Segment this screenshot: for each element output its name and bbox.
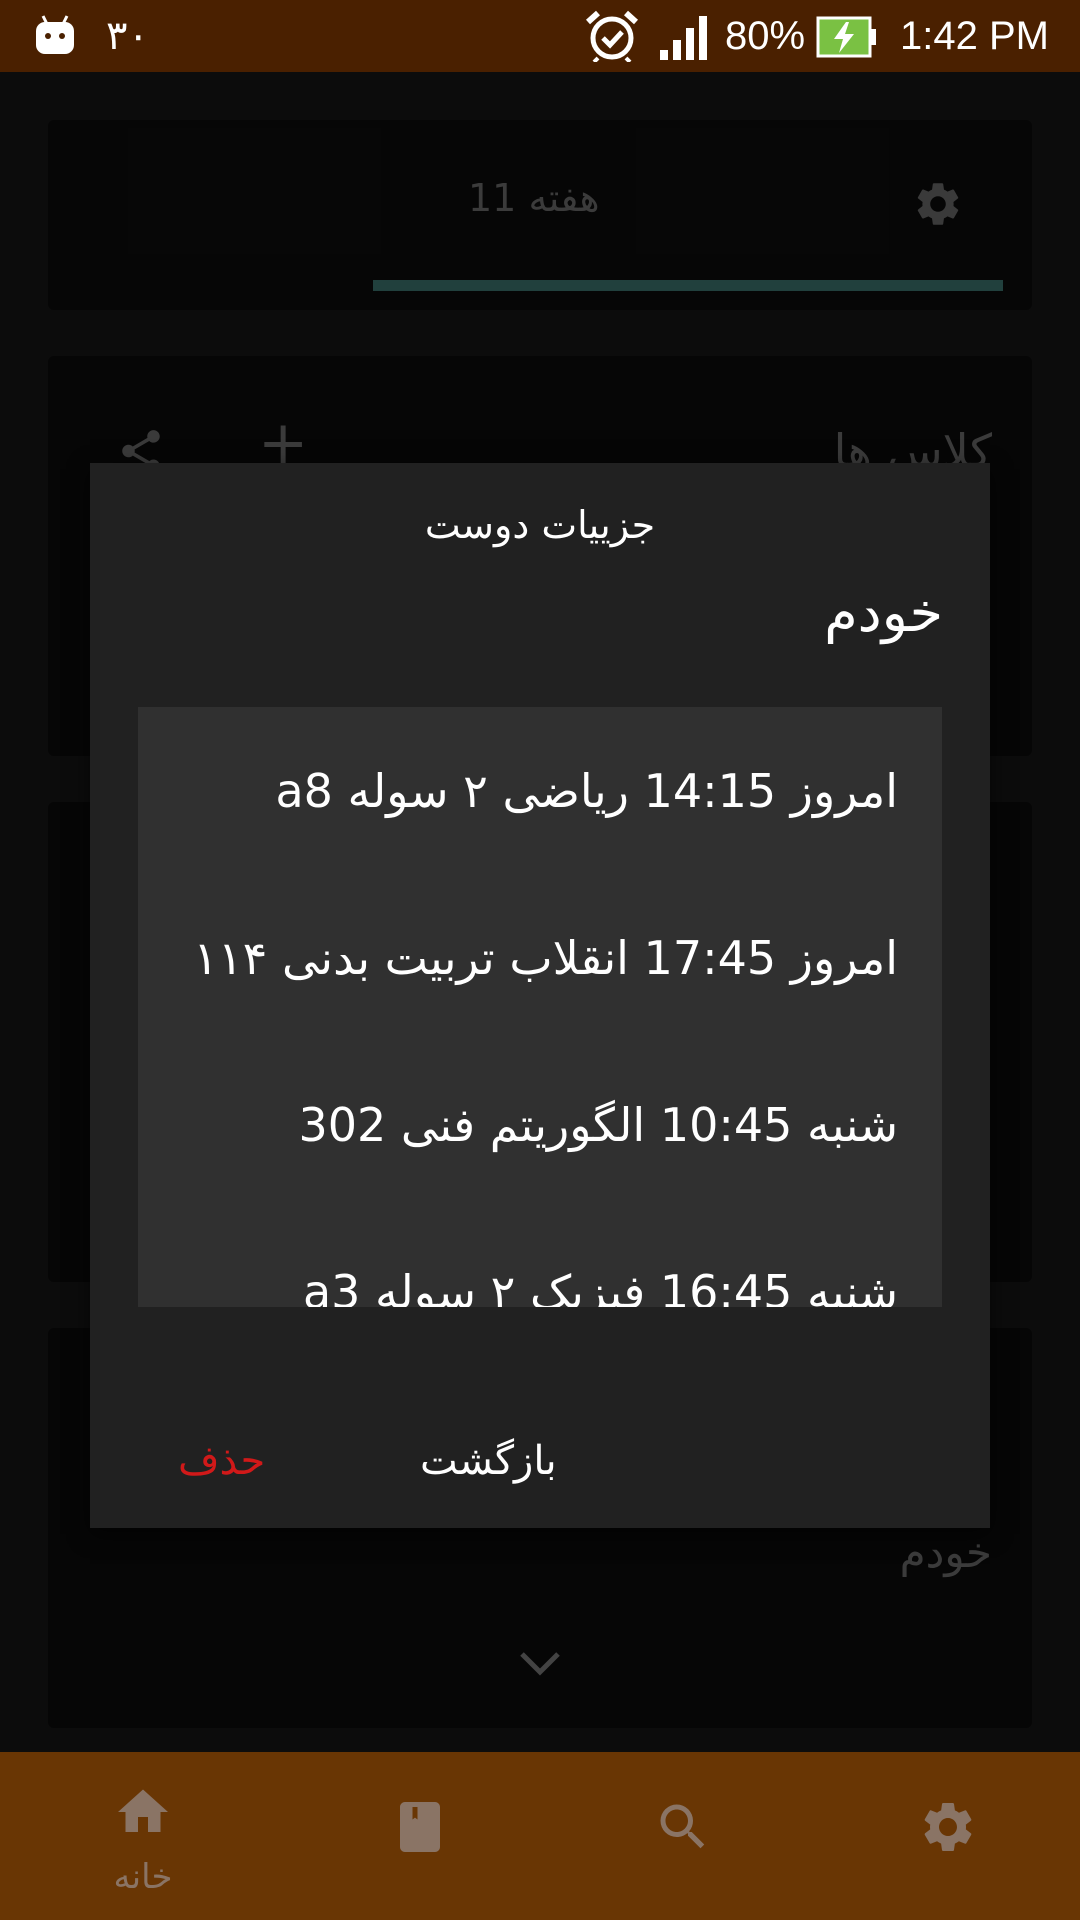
nav-search[interactable] [548,1752,818,1920]
status-bar: ۳۰ 80% 1:42 PM [0,0,1080,72]
nav-home[interactable]: خانه [8,1752,278,1920]
delete-button[interactable]: حذف [178,1438,265,1484]
bottom-navigation: خانه [0,1752,1080,1920]
friend-details-dialog: جزییات دوست خودم امروز 14:15 ریاضی ۲ سول… [90,463,990,1528]
back-button[interactable]: بازگشت [420,1438,557,1484]
class-item: شنبه 16:45 فیزیک ۲ سوله a3 [302,1265,898,1307]
home-icon [118,1789,168,1832]
friend-name: خودم [824,581,943,644]
settings-gear-icon [924,1803,972,1851]
nav-home-label: خانه [113,1857,173,1897]
notification-count: ۳۰ [106,14,149,58]
book-icon [400,1802,440,1852]
alarm-icon [585,10,639,62]
class-item: امروز 17:45 انقلاب تربیت بدنی ۱۱۴ [193,931,898,985]
clock-time: 1:42 PM [900,14,1049,58]
class-item: امروز 14:15 ریاضی ۲ سوله a8 [275,764,898,818]
battery-charging-icon [816,16,876,58]
android-notification-icon [36,15,74,54]
battery-percentage: 80% [725,14,806,58]
search-icon [660,1804,705,1849]
nav-book[interactable] [285,1752,555,1920]
class-item: شنبه 10:45 الگوریتم فنی 302 [298,1098,898,1152]
class-list[interactable]: امروز 14:15 ریاضی ۲ سوله a8 امروز 17:45 … [138,707,942,1307]
signal-icon [660,16,707,60]
dialog-title: جزییات دوست [424,503,656,547]
nav-settings[interactable] [813,1752,1080,1920]
